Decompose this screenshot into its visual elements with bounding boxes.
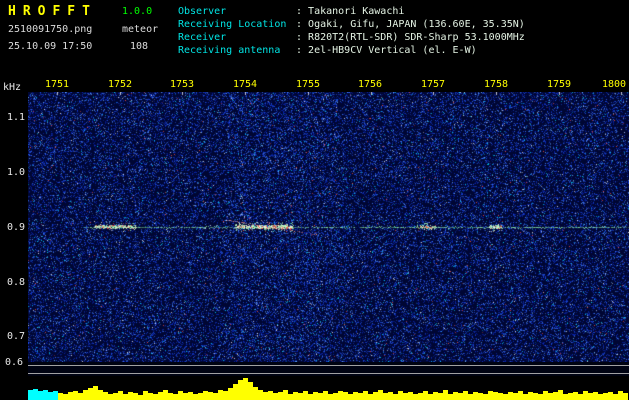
time-tick-label: 1756 <box>357 79 383 90</box>
info-label: Receiver <box>178 32 227 43</box>
meter-reference-line <box>28 365 629 366</box>
time-tick-label: 1759 <box>546 79 572 90</box>
info-label: Receiving Location <box>178 19 287 30</box>
level-meter-strip <box>28 362 629 376</box>
datetime-label: 25.10.09 17:50 <box>8 41 93 52</box>
info-label: Observer <box>178 6 227 17</box>
info-value: Ogaki, Gifu, JAPAN (136.60E, 35.35N) <box>308 19 525 30</box>
info-value: R820T2(RTL-SDR) SDR-Sharp 53.1000MHz <box>308 32 525 43</box>
freq-tick-label: 0.9 <box>7 222 26 233</box>
info-separator: : <box>296 19 309 30</box>
info-separator: : <box>296 6 309 17</box>
signal-level-bars <box>28 376 629 400</box>
spectrogram-canvas <box>28 92 629 362</box>
freq-tick-label: 1.1 <box>7 112 26 123</box>
info-label: Receiving antenna <box>178 45 281 56</box>
freq-tick-label: 1.0 <box>7 167 26 178</box>
echo-count: 108 <box>130 41 149 52</box>
app-title: HROFFT <box>8 4 97 19</box>
mode-label: meteor <box>122 24 159 35</box>
info-line-observer: Observer: Takanori Kawachi <box>178 5 525 18</box>
time-tick-label: 1752 <box>107 79 133 90</box>
hrofft-screen: HROFFT 1.0.0 2510091750.png meteor 25.10… <box>0 0 629 400</box>
info-line-location: Receiving Location: Ogaki, Gifu, JAPAN (… <box>178 18 525 31</box>
time-tick-label: 1758 <box>483 79 509 90</box>
time-tick-label: 1755 <box>295 79 321 90</box>
info-value: Takanori Kawachi <box>308 6 405 17</box>
info-line-antenna: Receiving antenna: 2el-HB9CV Vertical (e… <box>178 44 525 57</box>
app-version: 1.0.0 <box>122 6 153 17</box>
freq-tick-label: 0.6 <box>5 357 24 368</box>
meter-reference-line <box>28 373 629 374</box>
observer-info-block: Observer: Takanori Kawachi Receiving Loc… <box>178 5 525 57</box>
time-tick-label: 1757 <box>420 79 446 90</box>
time-tick-label: 1753 <box>169 79 195 90</box>
freq-axis-unit: kHz <box>3 82 22 93</box>
info-line-receiver: Receiver: R820T2(RTL-SDR) SDR-Sharp 53.1… <box>178 31 525 44</box>
time-tick-label: 1751 <box>44 79 70 90</box>
info-separator: : <box>296 32 309 43</box>
output-filename: 2510091750.png <box>8 24 93 35</box>
freq-tick-label: 0.7 <box>7 331 26 342</box>
freq-tick-label: 0.8 <box>7 277 26 288</box>
info-separator: : <box>296 45 309 56</box>
time-tick-label: 1754 <box>232 79 258 90</box>
info-value: 2el-HB9CV Vertical (el. E-W) <box>308 45 477 56</box>
level-bar <box>623 393 628 400</box>
time-tick-label: 1800 <box>601 79 627 90</box>
